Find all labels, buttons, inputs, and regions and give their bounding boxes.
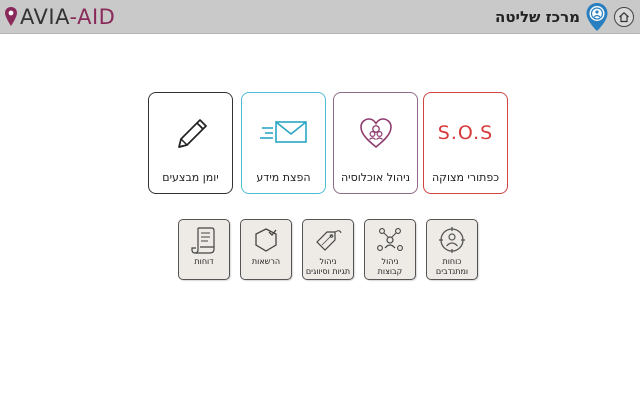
label-line-1: ניהול [319,257,337,266]
location-pin-icon[interactable] [585,2,609,32]
heart-people-icon [334,107,417,159]
tile-reports[interactable]: דוחות [178,219,230,280]
label-line-1: כוחות [442,257,462,266]
tile-label: דוחות [179,257,229,267]
permissions-shield-icon [241,225,291,255]
home-icon [619,11,629,23]
logo-pin-icon [5,7,17,26]
tile-permissions[interactable]: הרשאות [240,219,292,280]
sos-icon-text: S.O.S [437,122,494,144]
tile-tags-management[interactable]: ניהול תגיות וסיווגים [302,219,354,280]
logo-text-prefix: AVIA [20,5,70,29]
person-target-icon [427,225,477,255]
tile-group-management[interactable]: ניהול קבוצות [364,219,416,280]
label-line-1: דוחות [194,257,214,266]
label-line-1: ניהול [381,257,399,266]
sos-icon: S.O.S [424,107,507,159]
tile-label: ניהול תגיות וסיווגים [303,257,353,277]
top-bar: AVIA-AID מרכז שליטה [0,0,640,34]
tile-label: הפצת מידע [256,171,311,184]
report-scroll-icon [179,225,229,255]
tile-label: הרשאות [241,257,291,267]
label-line-1: הרשאות [251,257,281,266]
logo-text-suffix: -AID [69,5,116,29]
group-icon [365,225,415,255]
tags-icon [303,225,353,255]
label-line-2: קבוצות [377,267,403,276]
tile-label: כוחות ומתנדבים [427,257,477,277]
page-title: מרכז שליטה [495,8,580,26]
tile-distress-buttons[interactable]: S.O.S כפתורי מצוקה [423,92,508,194]
label-line-2: תגיות וסיווגים [305,267,351,276]
tile-forces-volunteers[interactable]: כוחות ומתנדבים [426,219,478,280]
tile-population-management[interactable]: ניהול אוכלוסיה [333,92,418,194]
tile-label: יומן מבצעים [162,171,219,184]
logo-text: AVIA-AID [20,4,115,30]
tile-label: ניהול אוכלוסיה [341,171,410,184]
tile-info-distribution[interactable]: הפצת מידע [241,92,326,194]
tile-label: כפתורי מצוקה [431,171,500,184]
home-button[interactable] [614,7,634,27]
label-line-2: ומתנדבים [435,267,469,276]
tile-label: ניהול קבוצות [365,257,415,277]
tile-operations-log[interactable]: יומן מבצעים [148,92,233,194]
app-logo: AVIA-AID [4,4,115,30]
envelope-icon [242,107,325,159]
pencil-icon [149,107,232,159]
